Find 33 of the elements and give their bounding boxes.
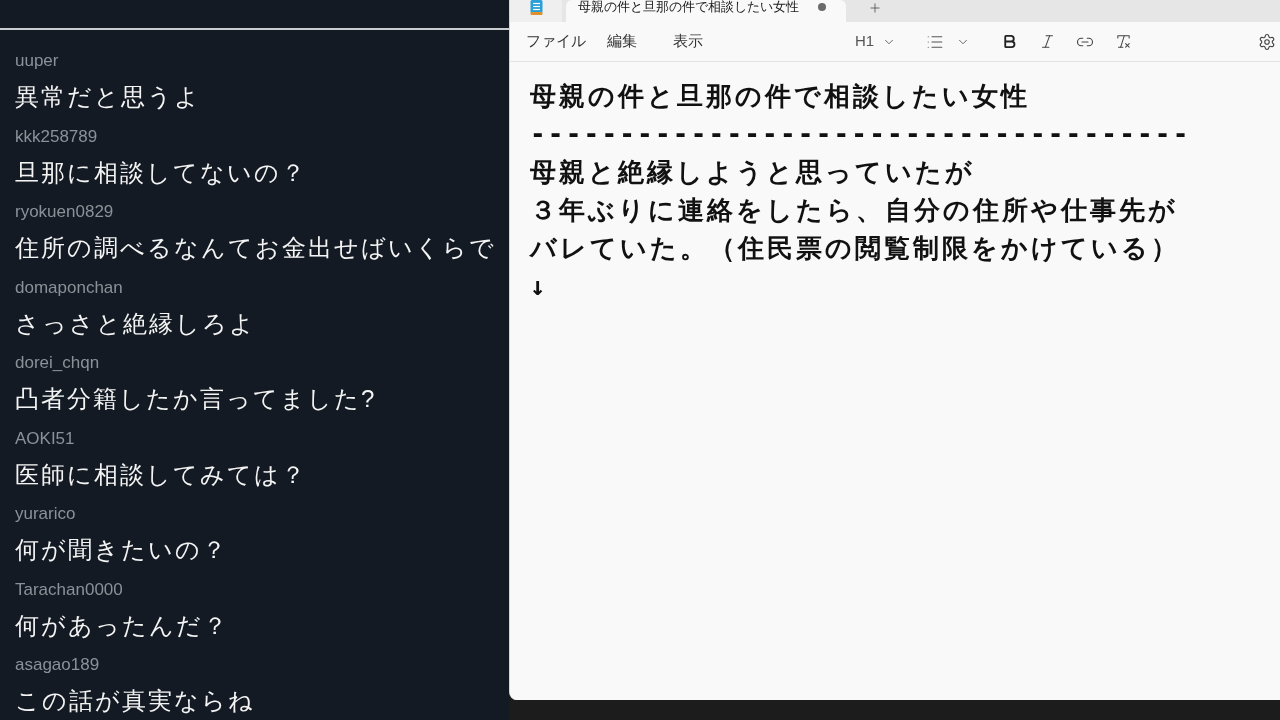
- comment-username: yurarico: [15, 503, 76, 525]
- comment-username: asagao189: [15, 654, 100, 676]
- notepad-icon: [530, 0, 543, 15]
- comment-username: domaponchan: [15, 276, 123, 299]
- comment-message: 凸者分籍したか言ってました?: [15, 384, 377, 414]
- comment-message: 何が聞きたいの？: [15, 535, 228, 565]
- comment-message: 旦那に相談してないの？: [15, 157, 307, 188]
- comment-username: ryokuen0829: [15, 201, 114, 223]
- comment-message: 異常だと思うよ: [15, 82, 201, 112]
- comment-message: この話が真実ならね: [15, 686, 255, 716]
- comment-username: kkk258789: [15, 125, 98, 148]
- plus-icon: [868, 1, 882, 15]
- comment-username: AOKI51: [15, 427, 75, 450]
- menu-item[interactable]: 編集: [597, 26, 647, 57]
- document-tab[interactable]: 母親の件と旦那の件で相談したい女性: [566, 0, 846, 22]
- comment-message: 医師に相談してみては？: [15, 459, 307, 490]
- remove-formatting-icon: [1114, 33, 1132, 50]
- menu-item[interactable]: 表示: [663, 26, 713, 57]
- heading-dropdown[interactable]: H1: [847, 26, 905, 57]
- editor-line: ↓: [530, 270, 549, 303]
- settings-icon: [1258, 32, 1276, 51]
- menu-item[interactable]: ファイル: [516, 26, 596, 57]
- comment-message: さっさと絶縁しろよ: [15, 308, 256, 339]
- comment-message: 何があったんだ？: [15, 610, 229, 641]
- editor-line: 母親の件と旦那の件で相談したい女性: [530, 80, 1030, 113]
- comment-message: 住所の調べるなんてお金出せばいくらで: [15, 233, 496, 263]
- comment-username: Tarachan0000: [15, 578, 123, 601]
- comment-username: dorei_chqn: [15, 352, 100, 374]
- editor-line: ３年ぶりに連絡をしたら、自分の住所や仕事先が: [530, 194, 1178, 227]
- comment-username: uuper: [15, 50, 59, 72]
- editor-line: -------------------------------------: [530, 118, 1191, 151]
- editor-line: バレていた。（住民票の閲覧制限をかけている）: [530, 232, 1180, 265]
- editor-line: 母親と絶縁しようと思っていたが: [530, 156, 975, 189]
